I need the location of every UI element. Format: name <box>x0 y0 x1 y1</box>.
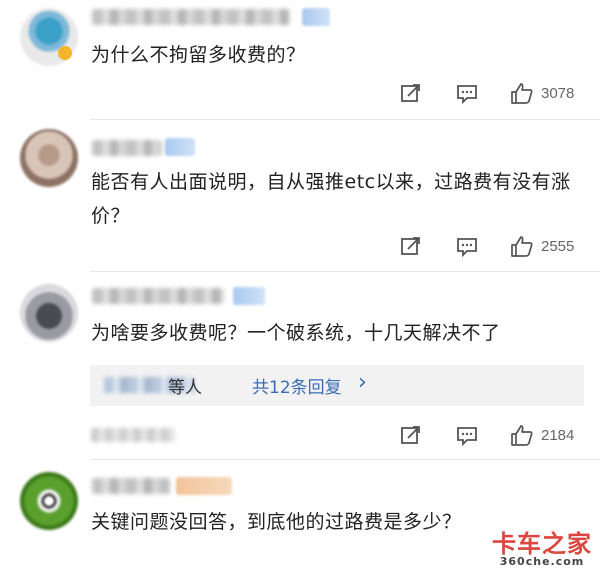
share-icon[interactable] <box>400 424 422 446</box>
share-icon[interactable] <box>400 82 422 104</box>
watermark-main: 卡车之家 <box>492 530 592 558</box>
thumbs-up-icon[interactable] <box>510 82 534 106</box>
avatar[interactable] <box>20 129 78 187</box>
like-count: 3078 <box>541 85 575 102</box>
comment-icon[interactable] <box>456 424 478 446</box>
username[interactable] <box>92 288 224 304</box>
comment-item: 为啥要多收费呢？一个破系统，十几天解决不了 等人 共12条回复 › 2184 <box>0 272 600 460</box>
comment-icon[interactable] <box>456 235 478 257</box>
comment-text: 为什么不拘留多收费的？ <box>91 44 306 66</box>
comment-item: 能否有人出面说明，自从强推etc以来，过路费有没有涨价？ 2555 <box>0 120 600 272</box>
username[interactable] <box>92 9 290 25</box>
timestamp <box>91 428 175 442</box>
username[interactable] <box>92 478 170 494</box>
comment-item: 为什么不拘留多收费的？ 3078 <box>0 0 600 120</box>
verified-badge-icon <box>58 46 72 60</box>
comment-actions: 2184 <box>300 424 600 450</box>
avatar[interactable] <box>20 284 78 342</box>
share-icon[interactable] <box>400 235 422 257</box>
like-count: 2555 <box>541 238 575 255</box>
avatar[interactable] <box>20 472 78 530</box>
username[interactable] <box>92 140 162 156</box>
comment-icon[interactable] <box>456 82 478 104</box>
chevron-right-icon: › <box>358 370 367 395</box>
user-badge <box>165 138 195 156</box>
watermark-logo: 卡车之家 360che.com <box>492 524 592 568</box>
user-badge <box>176 477 232 495</box>
comment-text: 能否有人出面说明，自从强推etc以来，过路费有没有涨价？ <box>91 171 571 227</box>
comment-text: 为啥要多收费呢？一个破系统，十几天解决不了 <box>91 322 501 344</box>
like-count: 2184 <box>541 427 575 444</box>
user-badge <box>302 8 330 26</box>
view-replies-link[interactable]: 共12条回复 <box>252 373 342 398</box>
replies-preview[interactable]: 等人 共12条回复 › <box>90 365 584 406</box>
thumbs-up-icon[interactable] <box>510 235 534 259</box>
reply-who: 等人 <box>168 378 202 398</box>
comment-actions: 2555 <box>300 235 600 261</box>
comment-actions: 3078 <box>300 82 600 108</box>
user-badge <box>233 287 265 305</box>
thumbs-up-icon[interactable] <box>510 424 534 448</box>
